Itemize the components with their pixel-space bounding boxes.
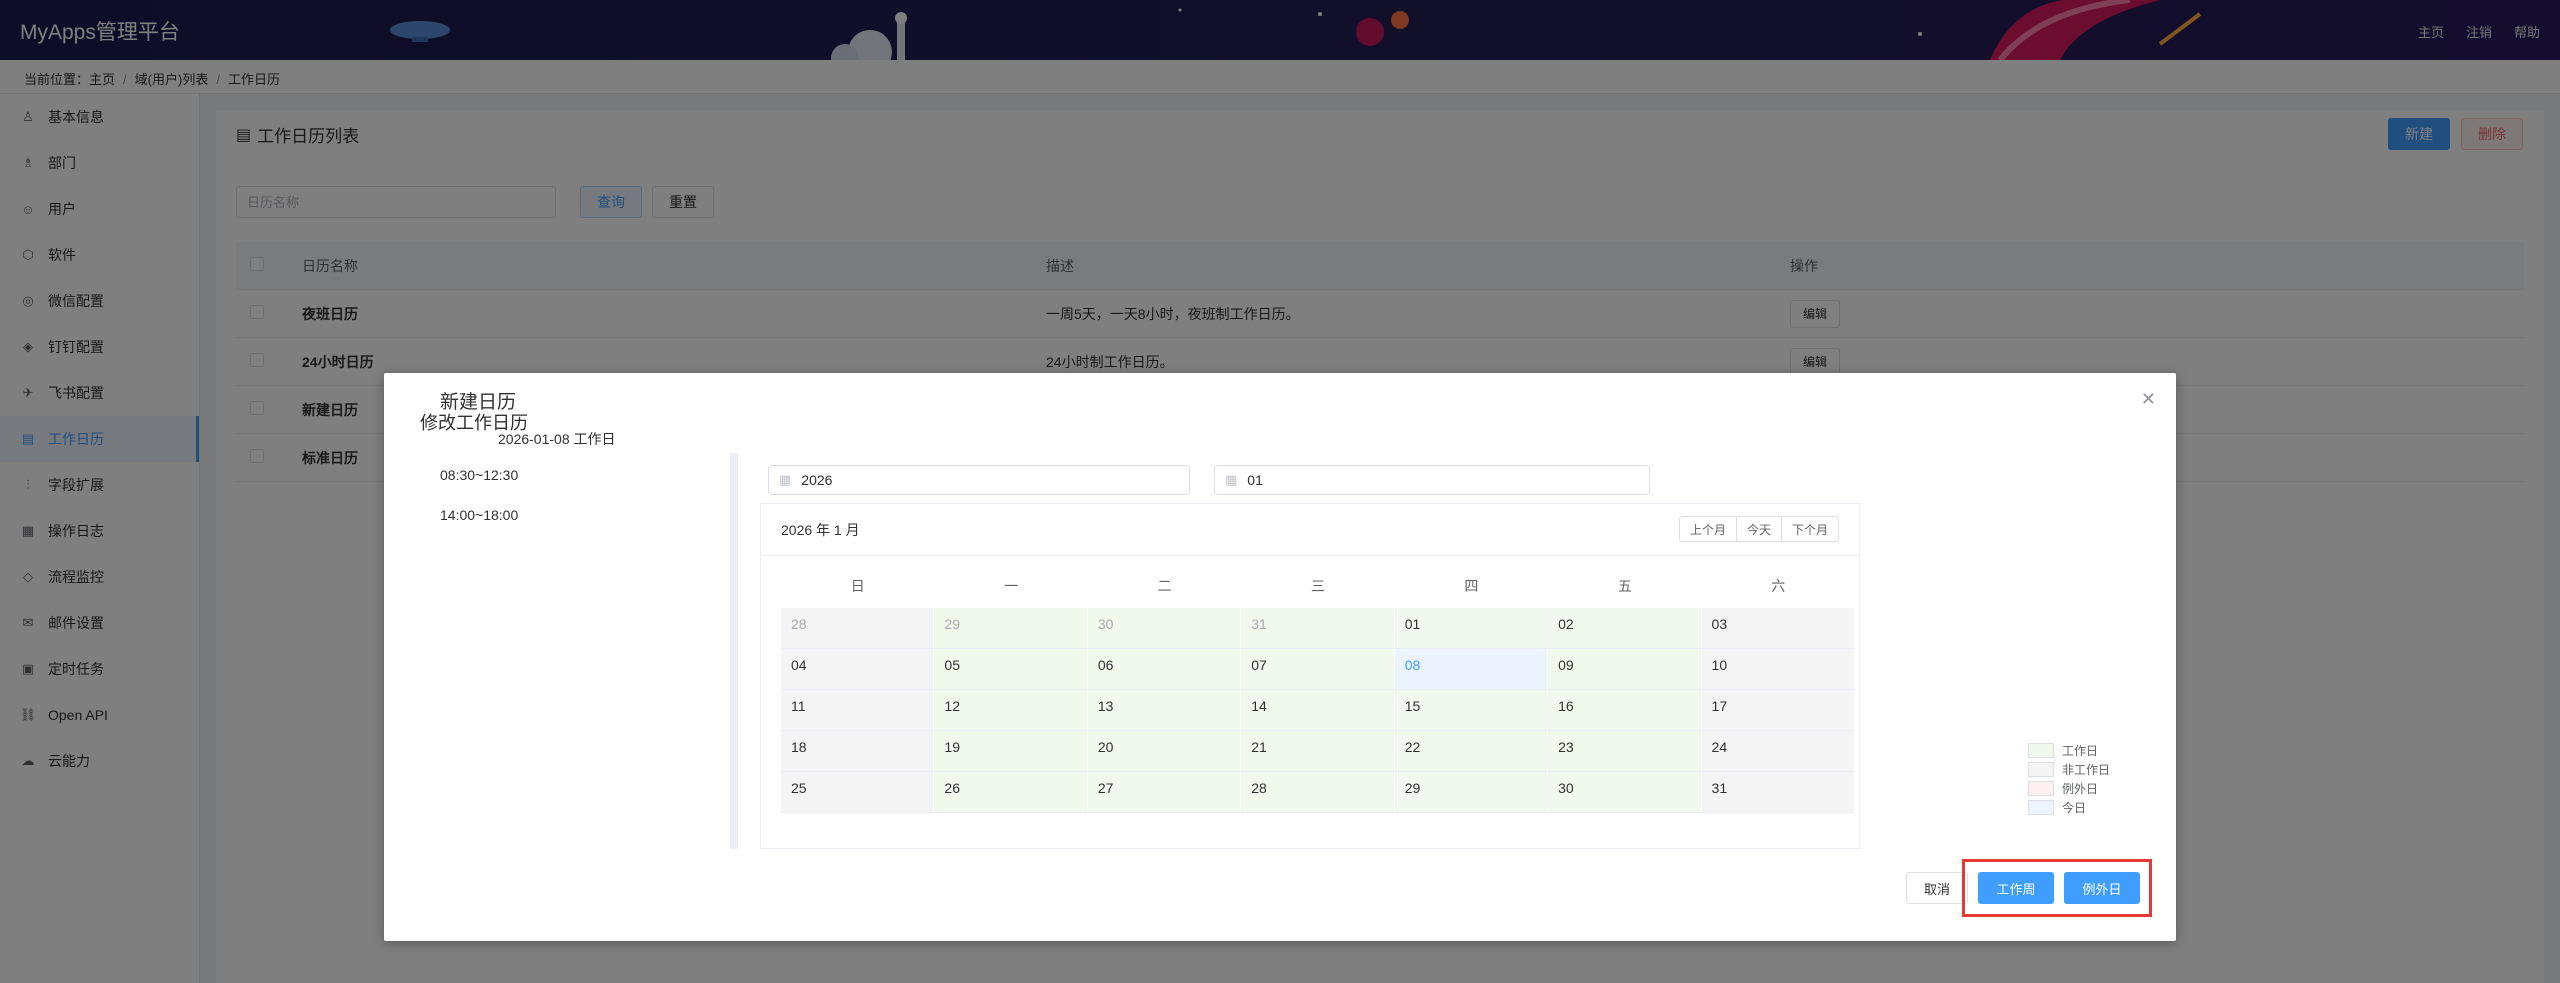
calendar-day-cell[interactable]: 19	[934, 731, 1088, 771]
work-time-morning: 08:30~12:30	[440, 467, 519, 483]
weekday-label: 五	[1617, 578, 1632, 594]
calendar-year-month: 2026 年 1 月	[781, 522, 860, 538]
calendar-day-cell[interactable]: 05	[934, 649, 1088, 689]
calendar-icon: ▦	[779, 472, 792, 487]
calendar-day-cell[interactable]: 21	[1241, 731, 1395, 771]
calendar-day-cell[interactable]: 03	[1701, 608, 1855, 648]
calendar-day-cell[interactable]: 11	[781, 690, 935, 730]
weekday-label: 二	[1157, 578, 1172, 594]
calendar-day-cell[interactable]: 24	[1701, 731, 1855, 771]
calendar-day-cell[interactable]: 06	[1087, 649, 1242, 689]
calendar-day-cell[interactable]: 10	[1701, 649, 1855, 689]
weekday-label: 日	[850, 578, 865, 594]
next-month-button[interactable]: 下个月	[1780, 516, 1839, 542]
month-picker[interactable]: ▦ 01	[1214, 465, 1650, 495]
calendar-day-cell[interactable]: 31	[1701, 772, 1855, 812]
legend-label: 今日	[2062, 801, 2087, 815]
close-icon[interactable]: ✕	[2141, 389, 2156, 410]
legend-item: 工作日	[2028, 741, 2110, 760]
calendar-day-cell[interactable]: 30	[1087, 608, 1242, 648]
year-value: 2026	[801, 472, 833, 488]
calendar-week-row: 04 05 06 07 08 09 10	[781, 649, 1855, 690]
calendar-icon: ▦	[1225, 472, 1238, 487]
calendar-day-cell[interactable]: 16	[1548, 690, 1702, 730]
calendar-day-cell[interactable]: 28	[1241, 772, 1395, 812]
calendar-day-cell[interactable]: 14	[1241, 690, 1395, 730]
legend-label: 非工作日	[2062, 763, 2111, 777]
calendar-day-cell[interactable]: 18	[781, 731, 935, 771]
calendar-day-cell[interactable]: 07	[1241, 649, 1395, 689]
calendar-day-cell[interactable]: 15	[1394, 690, 1549, 730]
cancel-button[interactable]: 取消	[1906, 872, 1968, 904]
calendar-day-cell[interactable]: 20	[1087, 731, 1242, 771]
calendar-day-cell[interactable]: 27	[1087, 772, 1242, 812]
legend-item: 今日	[2028, 798, 2110, 817]
calendar-day-cell[interactable]: 30	[1548, 772, 1702, 812]
edit-calendar-dialog: 修改工作日历 ✕ 新建日历 2026-01-08 工作日 08:30~12:30…	[384, 373, 2176, 941]
calendar-day-cell[interactable]: 04	[781, 649, 935, 689]
calendar-day-cell[interactable]: 01	[1394, 608, 1549, 648]
calendar-week-row: 28 29 30 31 01 02 03	[781, 608, 1855, 649]
legend-label: 工作日	[2062, 744, 2099, 758]
calendar-day-cell[interactable]: 23	[1548, 731, 1702, 771]
calendar-day-cell[interactable]: 02	[1548, 608, 1702, 648]
calendar-legend: 工作日非工作日例外日今日	[2028, 741, 2110, 817]
calendar-week-row: 11 12 13 14 15 16 17	[781, 690, 1855, 731]
selected-date: 2026-01-08 工作日	[498, 431, 616, 447]
calendar-view: 2026 年 1 月 上个月 今天 下个月 日一二三四五六 28 29 30 31 01…	[760, 503, 1860, 849]
legend-label: 例外日	[2062, 782, 2099, 796]
calendar-day-cell[interactable]: 13	[1087, 690, 1242, 730]
pane-divider	[730, 453, 738, 849]
calendar-day-cell[interactable]: 28	[781, 608, 935, 648]
legend-swatch	[2028, 762, 2054, 777]
prev-month-button[interactable]: 上个月	[1678, 516, 1737, 542]
calendar-day-cell[interactable]: 17	[1701, 690, 1855, 730]
calendar-day-cell[interactable]: 31	[1241, 608, 1395, 648]
calendar-week-row: 18 19 20 21 22 23 24	[781, 731, 1855, 772]
exception-day-button[interactable]: 例外日	[2064, 872, 2140, 904]
calendar-header: 2026 年 1 月 上个月 今天 下个月	[761, 504, 1859, 556]
legend-item: 例外日	[2028, 779, 2110, 798]
calendar-day-cell[interactable]: 09	[1548, 649, 1702, 689]
calendar-nav: 上个月 今天 下个月	[1678, 516, 1839, 542]
calendar-day-cell[interactable]: 29	[934, 608, 1088, 648]
calendar-day-cell[interactable]: 26	[934, 772, 1088, 812]
calendar-name: 新建日历	[440, 392, 517, 413]
legend-swatch	[2028, 781, 2054, 796]
calendar-week-row: 25 26 27 28 29 30 31	[781, 772, 1855, 813]
today-button[interactable]: 今天	[1735, 516, 1782, 542]
work-time-afternoon: 14:00~18:00	[440, 507, 519, 523]
calendar-day-cell[interactable]: 29	[1394, 772, 1549, 812]
calendar-day-cell[interactable]: 22	[1394, 731, 1549, 771]
legend-swatch	[2028, 743, 2054, 758]
legend-item: 非工作日	[2028, 760, 2110, 779]
month-value: 01	[1247, 472, 1263, 488]
weekday-label: 三	[1310, 578, 1325, 594]
calendar-grid: 28 29 30 31 01 02 03 04 05 06 07 08 09 10 11 12 13 14 15 16…	[781, 608, 1855, 813]
weekday-label: 四	[1464, 578, 1479, 594]
calendar-day-cell[interactable]: 25	[781, 772, 935, 812]
legend-swatch	[2028, 800, 2054, 815]
weekday-label: 六	[1771, 578, 1786, 594]
calendar-day-cell[interactable]: 12	[934, 690, 1088, 730]
year-picker[interactable]: ▦ 2026	[768, 465, 1190, 495]
calendar-day-cell[interactable]: 08	[1394, 649, 1549, 689]
weekday-header: 日一二三四五六	[781, 568, 1855, 604]
workweek-button[interactable]: 工作周	[1978, 872, 2054, 904]
weekday-label: 一	[1004, 578, 1019, 594]
